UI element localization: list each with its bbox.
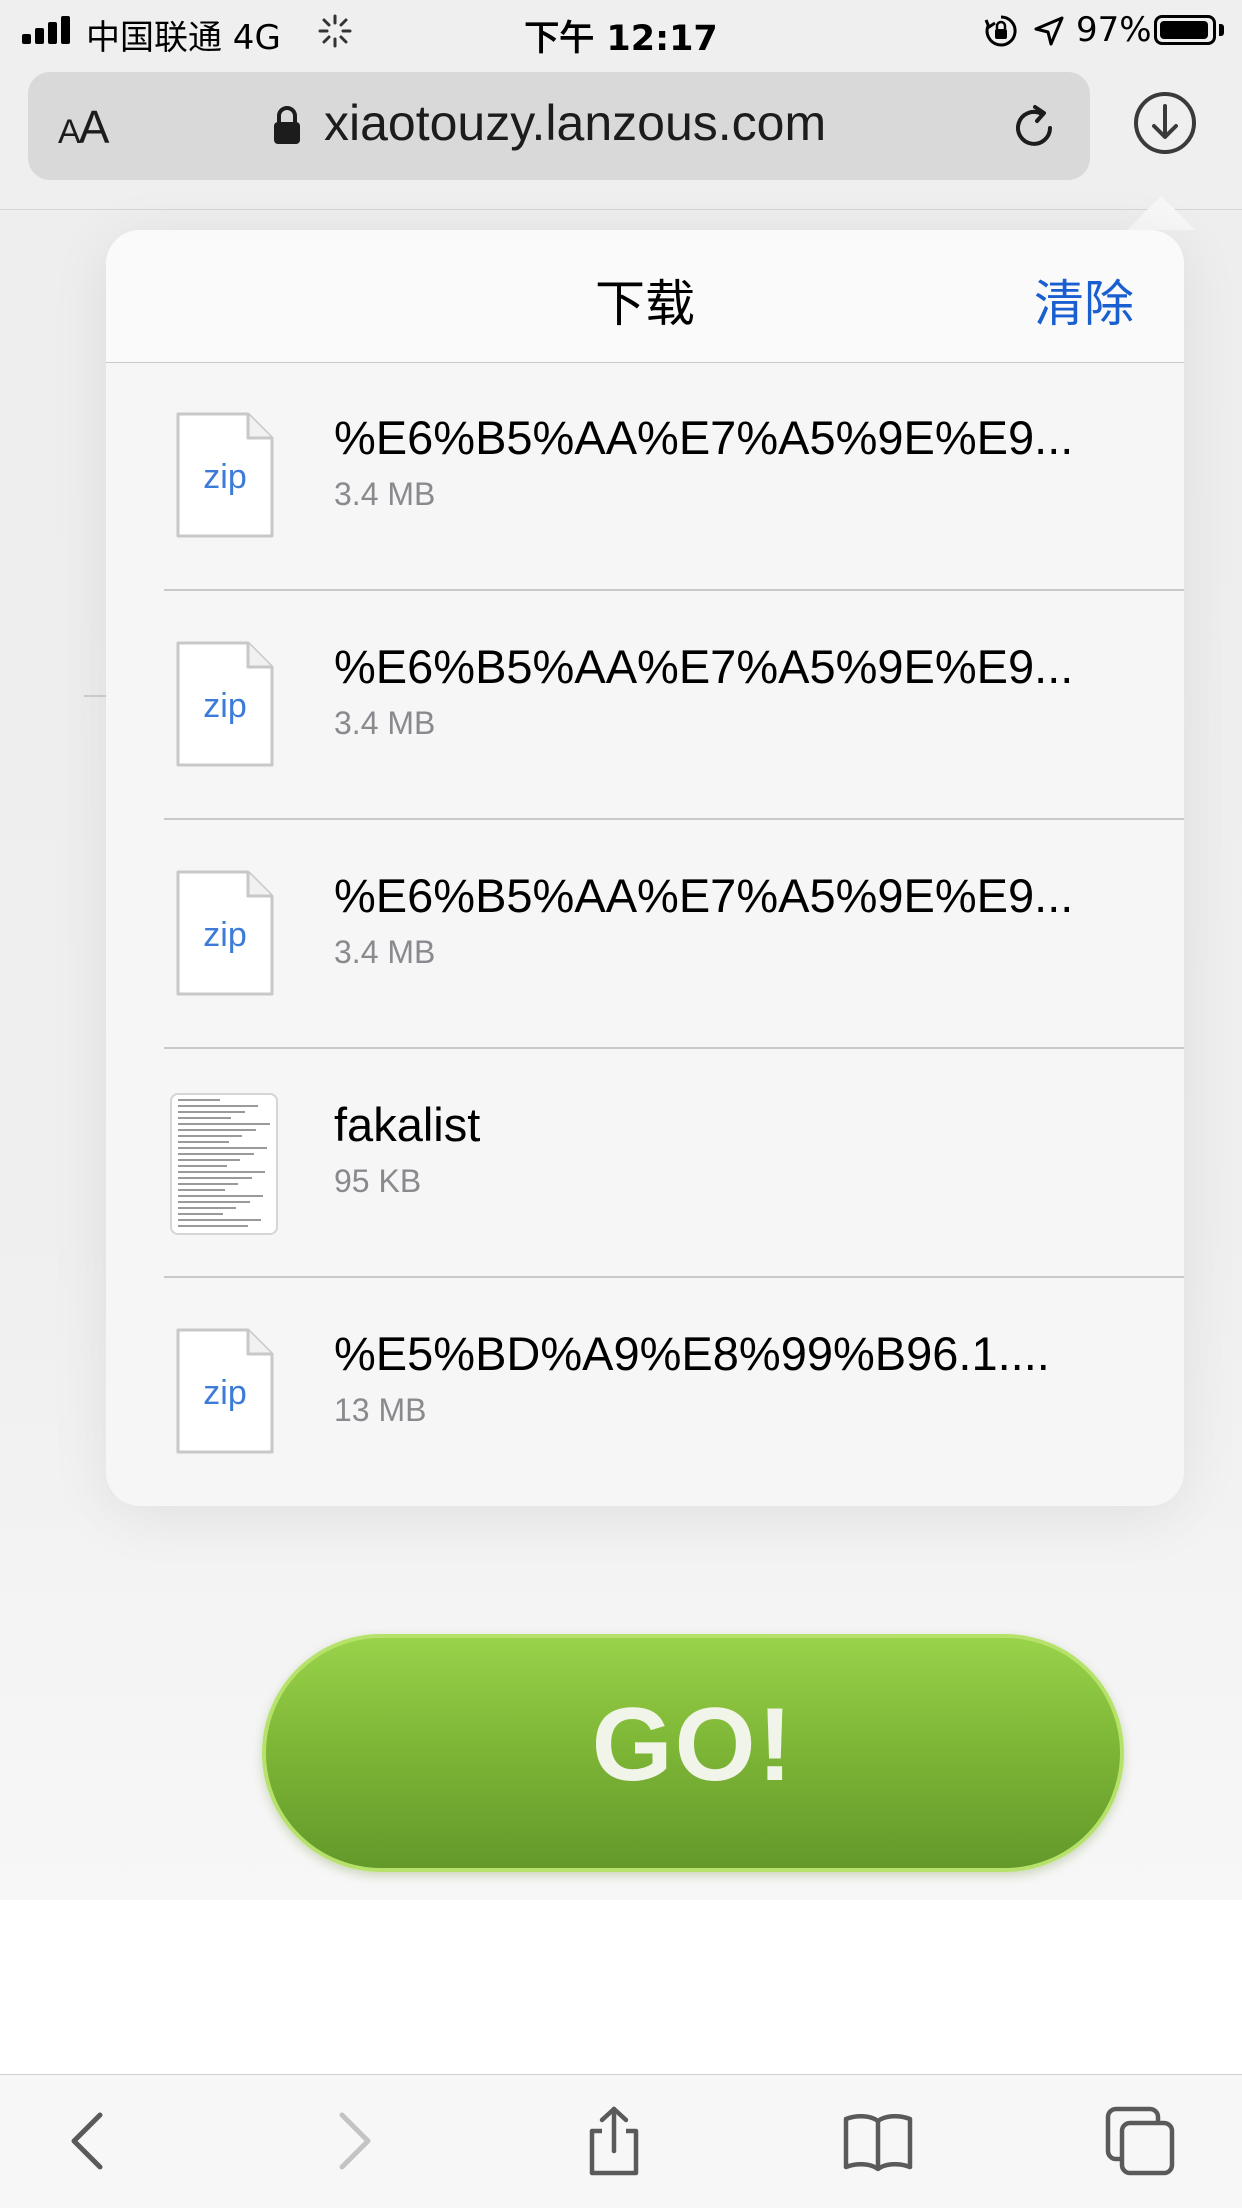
download-file-size: 3.4 MB [334,705,436,741]
location-arrow-icon [1034,16,1064,46]
go-button[interactable]: GO! [262,1634,1124,1872]
rotation-lock-icon [984,15,1017,47]
downloads-popover: 下载 清除 zip %E6%B5%AA%E7%A5%9E%E9... 3.4 M… [106,230,1184,1506]
bottom-toolbar [0,2074,1242,2208]
download-file-name: %E6%B5%AA%E7%A5%9E%E9... [334,640,1074,693]
battery-icon [1154,15,1216,45]
download-item[interactable]: zip %E6%B5%AA%E7%A5%9E%E9... 3.4 MB [106,820,1184,1049]
download-file-name: %E6%B5%AA%E7%A5%9E%E9... [334,869,1074,922]
lock-icon [274,106,300,144]
download-item[interactable]: zip %E6%B5%AA%E7%A5%9E%E9... 3.4 MB [106,591,1184,820]
zip-file-icon: zip [176,1328,274,1454]
download-item[interactable]: zip %E5%BD%A9%E8%99%B96.1.... 13 MB [106,1278,1184,1506]
back-arrow-icon[interactable] [54,2105,126,2177]
tabs-icon[interactable] [1104,2105,1176,2177]
download-file-size: 3.4 MB [334,934,436,970]
popover-arrow [1127,196,1195,230]
zip-file-icon: zip [176,412,274,538]
downloads-list: zip %E6%B5%AA%E7%A5%9E%E9... 3.4 MB zip … [106,362,1184,1506]
clear-button[interactable]: 清除 [1034,264,1134,336]
forward-arrow-icon[interactable] [316,2105,388,2177]
download-file-size: 3.4 MB [334,476,436,512]
zip-file-icon: zip [176,641,274,767]
go-button-label: GO! [591,1687,795,1803]
reload-icon[interactable] [1008,102,1060,154]
download-file-size: 13 MB [334,1392,427,1428]
share-icon[interactable] [578,2105,650,2177]
downloads-button-icon[interactable] [1132,90,1198,156]
svg-text:zip: zip [203,687,246,725]
download-item[interactable]: zip %E6%B5%AA%E7%A5%9E%E9... 3.4 MB [106,362,1184,591]
popover-title: 下载 [595,275,695,333]
status-bar: 中国联通 4G 下午 12:17 97% [0,0,1242,62]
text-document-icon [170,1093,278,1235]
page-divider [84,695,106,697]
browser-toolbar: AA xiaotouzy.lanzous.com [0,62,1242,210]
address-bar[interactable]: AA xiaotouzy.lanzous.com [28,72,1090,180]
url-text: xiaotouzy.lanzous.com [324,95,827,151]
svg-text:zip: zip [203,458,246,496]
download-file-size: 95 KB [334,1163,422,1199]
bookmarks-book-icon[interactable] [842,2105,914,2177]
popover-header: 下载 清除 [106,230,1184,363]
svg-text:zip: zip [203,916,246,954]
battery-percentage: 97% [1076,10,1152,50]
download-file-name: fakalist [334,1098,481,1151]
battery-level-fill [1160,21,1209,39]
download-item[interactable]: fakalist 95 KB [106,1049,1184,1278]
reader-options-button[interactable]: AA [58,100,109,154]
download-file-name: %E5%BD%A9%E8%99%B96.1.... [334,1327,1050,1380]
zip-file-icon: zip [176,870,274,996]
download-file-name: %E6%B5%AA%E7%A5%9E%E9... [334,411,1074,464]
battery-cap [1219,24,1224,36]
svg-text:zip: zip [203,1374,246,1412]
